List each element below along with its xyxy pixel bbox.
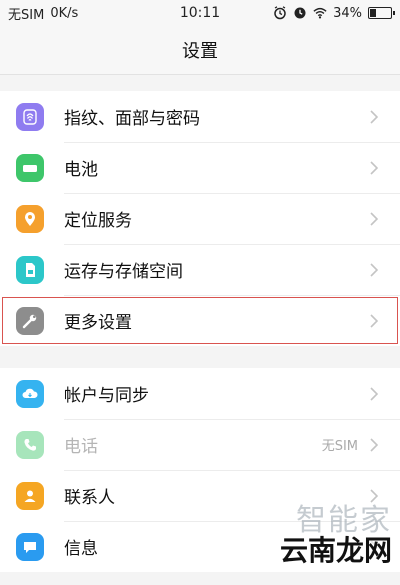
settings-item-label: 指纹、面部与密码 [64, 109, 200, 129]
settings-item-memory-storage[interactable]: 运存与存储空间 [0, 244, 400, 295]
settings-item-contacts[interactable]: 联系人 [0, 470, 400, 521]
alarm-icon [273, 6, 287, 20]
chevron-right-icon [364, 211, 384, 226]
wrench-icon [16, 306, 44, 335]
title-bar: 设置 [0, 26, 400, 75]
battery-level-fill [370, 9, 377, 17]
message-icon [16, 532, 44, 561]
settings-item-fingerprint-face-password[interactable]: 指纹、面部与密码 [0, 91, 400, 142]
settings-item-label: 运存与存储空间 [64, 262, 183, 282]
location-icon [16, 204, 44, 233]
sim-status-value: 无SIM [321, 439, 358, 454]
settings-item-label: 电池 [64, 160, 98, 180]
chevron-right-icon [364, 488, 384, 503]
chevron-right-icon [364, 313, 384, 328]
battery-percent: 34% [333, 5, 362, 21]
settings-group-2: 帐户与同步 电话 无SIM 联系人 信息 [0, 368, 400, 572]
settings-item-label: 电话 [64, 437, 98, 457]
settings-item-label: 定位服务 [64, 211, 132, 231]
clock-icon [293, 6, 307, 20]
status-bar: 无SIM 0K/s 10:11 34% [0, 0, 400, 26]
settings-item-messages[interactable]: 信息 [0, 521, 400, 572]
chevron-right-icon [364, 437, 384, 452]
battery-icon [16, 153, 44, 182]
carrier-text: 无SIM [8, 7, 45, 23]
settings-item-label: 帐户与同步 [64, 386, 149, 406]
chevron-right-icon [364, 262, 384, 277]
page-title: 设置 [182, 41, 218, 62]
chevron-right-icon [364, 386, 384, 401]
network-speed: 0K/s [50, 5, 79, 21]
settings-item-accounts-sync[interactable]: 帐户与同步 [0, 368, 400, 419]
settings-item-phone[interactable]: 电话 无SIM [0, 419, 400, 470]
wifi-icon [313, 6, 327, 20]
battery-icon [368, 7, 395, 19]
settings-item-battery[interactable]: 电池 [0, 142, 400, 193]
chevron-right-icon [364, 539, 384, 554]
chevron-right-icon [364, 160, 384, 175]
settings-item-more-settings[interactable]: 更多设置 [0, 295, 400, 346]
phone-icon [16, 430, 44, 459]
settings-item-location[interactable]: 定位服务 [0, 193, 400, 244]
status-right: 34% [273, 5, 395, 21]
chevron-right-icon [364, 109, 384, 124]
settings-group-1: 指纹、面部与密码 电池 定位服务 运存与存储空间 更多设置 [0, 91, 400, 346]
status-left: 无SIM 0K/s [8, 4, 78, 23]
settings-item-label: 信息 [64, 539, 98, 559]
settings-item-label: 联系人 [64, 488, 115, 508]
fingerprint-icon [16, 102, 44, 131]
settings-item-label: 更多设置 [64, 313, 132, 333]
contact-icon [16, 481, 44, 510]
cloud-icon [16, 379, 44, 408]
storage-icon [16, 255, 44, 284]
